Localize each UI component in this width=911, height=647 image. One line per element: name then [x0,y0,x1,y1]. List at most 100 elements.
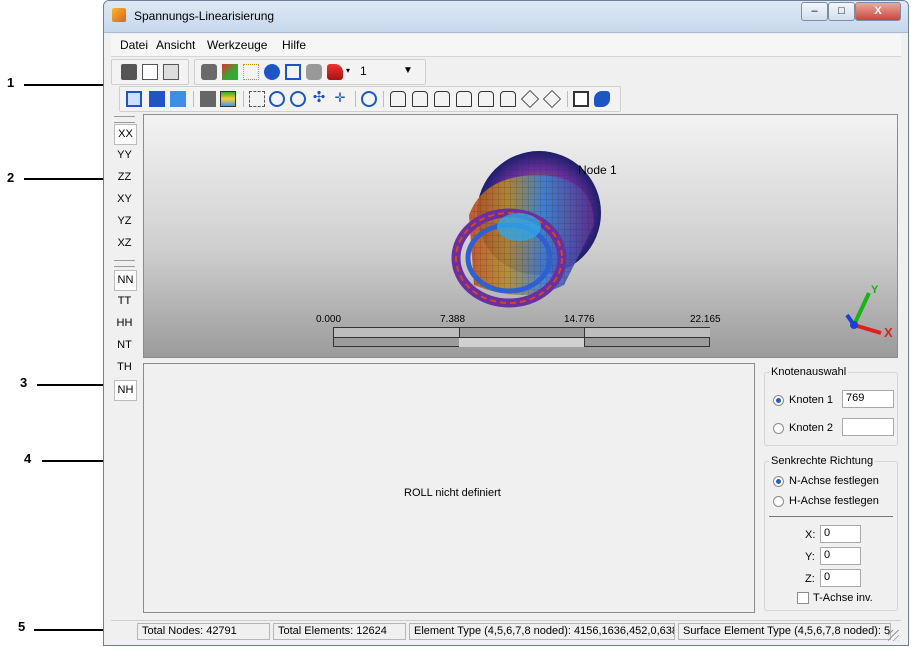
component-bar-grip-2 [114,260,135,267]
maximize-button[interactable]: □ [828,2,855,21]
n-achse-label: N-Achse festlegen [789,475,879,487]
page-setup-icon[interactable] [163,64,179,80]
n-achse-radio[interactable] [773,476,784,487]
richtung-title: Senkrechte Richtung [769,455,876,467]
color-palette-icon[interactable] [327,64,343,80]
step-select-chevron-down-icon[interactable]: ▼ [403,65,413,76]
scale-tick-1: 7.388 [440,314,466,325]
view-right-icon[interactable] [500,91,516,107]
menu-ansicht[interactable]: Ansicht [156,38,195,52]
component-nh[interactable]: NH [114,380,137,401]
resize-grip-icon[interactable] [888,630,899,641]
knoten2-radio[interactable] [773,423,784,434]
status-surface-element-type: Surface Element Type (4,5,6,7,8 noded): … [678,623,891,640]
toolbar-file-group [111,59,189,85]
component-bar: XX YY ZZ XY YZ XZ NN TT HH NT TH NH [111,114,137,614]
status-total-nodes: Total Nodes: 42791 [137,623,270,640]
status-bar: Total Nodes: 42791 Total Elements: 12624… [111,620,901,642]
callout-1: 1 [7,75,15,90]
toolbar-separator-5 [567,91,568,107]
richtung-divider [769,516,893,517]
menu-bar: Datei Ansicht Werkzeuge Hilfe [111,34,901,57]
h-achse-label: H-Achse festlegen [789,495,879,507]
scale-tick-3: 22.165 [690,314,721,325]
knoten1-input[interactable]: 769 [842,390,894,408]
toolbar-separator [193,91,194,107]
component-tt[interactable]: TT [114,292,135,311]
toolbar-row-2: ✣ ✛ [111,85,901,112]
solid-color-icon[interactable] [200,91,216,107]
component-zz[interactable]: ZZ [114,168,135,187]
fit-view-icon[interactable] [249,91,265,107]
app-icon [112,8,126,22]
zoom-in-icon[interactable] [361,91,377,107]
settings-shape-icon[interactable] [594,91,610,107]
step-select-value[interactable]: 1 [360,64,367,78]
view-iso-2-icon[interactable] [542,89,562,109]
component-th[interactable]: TH [114,358,135,377]
pan-icon[interactable]: ✣ [311,90,327,107]
x-label: X: [805,529,816,541]
print-icon[interactable] [121,64,137,80]
knoten1-radio[interactable] [773,395,784,406]
component-xy[interactable]: XY [114,190,135,209]
print-preview-icon[interactable] [142,64,158,80]
scale-bar-segment [334,328,460,338]
component-nn[interactable]: NN [114,270,137,291]
component-bar-grip [114,116,135,123]
component-xx[interactable]: XX [114,124,137,145]
component-nt[interactable]: NT [114,336,135,355]
callout-4: 4 [24,451,32,466]
component-xz[interactable]: XZ [114,234,135,253]
star-pin-icon[interactable] [264,64,280,80]
view-mesh-icon[interactable] [126,91,142,107]
y-input[interactable]: 0 [820,547,861,565]
zoom-window-icon[interactable] [269,91,285,107]
solid-shape-icon[interactable] [306,64,322,80]
scale-tick-2: 14.776 [564,314,595,325]
node-select-icon[interactable] [573,91,589,107]
view-back-icon[interactable] [412,91,428,107]
view-top-icon[interactable] [434,91,450,107]
scale-bar-segment [459,337,585,347]
h-achse-radio[interactable] [773,496,784,507]
x-input[interactable]: 0 [820,525,861,543]
roll-status-message: ROLL nicht definiert [404,487,501,499]
toolbar-row-1: ▾ 1 ▼ [111,58,901,85]
view-mesh-2-icon[interactable] [149,91,165,107]
close-button[interactable]: X [855,2,901,21]
view-bottom-icon[interactable] [456,91,472,107]
box-outline-icon[interactable] [285,64,301,80]
z-input[interactable]: 0 [820,569,861,587]
mesh-sparkle-icon[interactable] [243,64,259,80]
wrench-icon[interactable] [201,64,217,80]
menu-datei[interactable]: Datei [120,38,148,52]
richtung-group: Senkrechte Richtung N-Achse festlegen H-… [764,455,898,611]
component-yz[interactable]: YZ [114,212,135,231]
window-title: Spannungs-Linearisierung [134,9,275,23]
rotate-icon[interactable]: ✛ [332,91,348,107]
t-achse-inv-checkbox[interactable] [797,592,809,604]
axis-x-label: X [884,325,893,340]
view-iso-icon[interactable] [520,89,540,109]
status-total-elements: Total Elements: 12624 [273,623,406,640]
view-mesh-3-icon[interactable] [170,91,186,107]
toolbar-separator-2 [243,91,244,107]
toolbar-separator-4 [383,91,384,107]
knoten2-input[interactable] [842,418,894,436]
menu-hilfe[interactable]: Hilfe [282,38,306,52]
view-front-icon[interactable] [390,91,406,107]
view-left-icon[interactable] [478,91,494,107]
y-label: Y: [805,551,815,563]
menu-werkzeuge[interactable]: Werkzeuge [207,38,267,52]
component-yy[interactable]: YY [114,146,135,165]
zoom-icon[interactable] [290,91,306,107]
minimize-button[interactable]: – [801,2,828,21]
pen-color-icon[interactable] [222,64,238,80]
knoten1-label: Knoten 1 [789,394,834,406]
gradient-color-icon[interactable] [220,91,236,107]
model-viewport[interactable]: Node 1 0.000 7.388 14.776 22.165 Y X [143,114,898,358]
dropdown-arrow-small-icon[interactable]: ▾ [346,66,350,75]
knotenauswahl-group: Knotenauswahl Knoten 1 769 Knoten 2 [764,366,898,446]
component-hh[interactable]: HH [114,314,135,333]
